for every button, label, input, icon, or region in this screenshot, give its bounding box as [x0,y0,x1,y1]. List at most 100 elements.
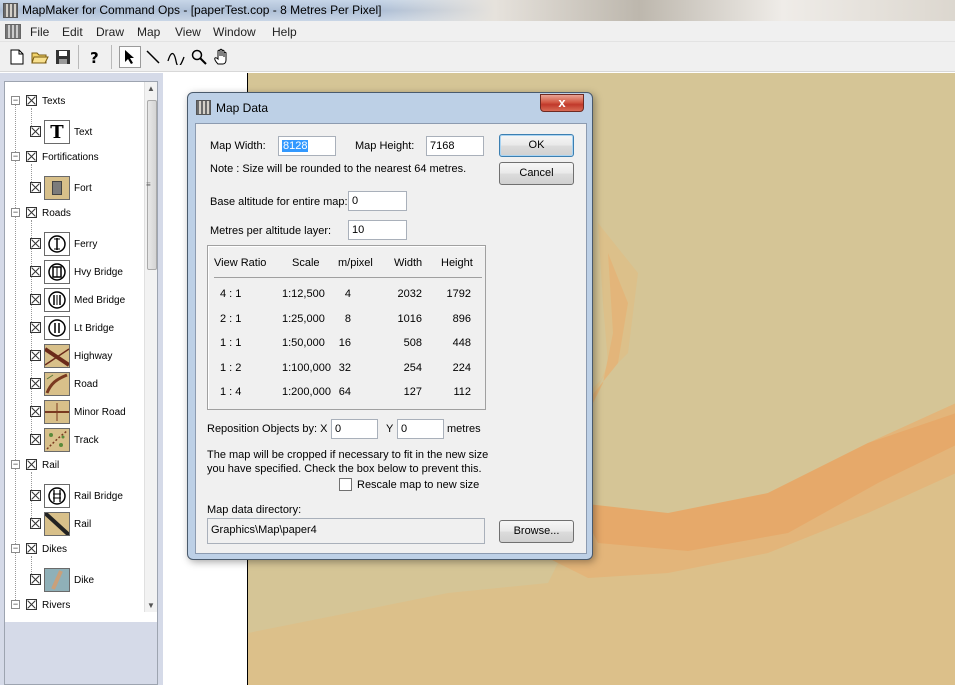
new-file-icon [10,49,24,65]
collapse-icon[interactable]: − [11,96,20,105]
table-cell: 112 [453,386,471,398]
map-height-label: Map Height: [355,140,415,152]
visibility-checkbox[interactable] [30,182,41,193]
browse-button[interactable]: Browse... [499,520,574,543]
rail-bridge-icon [44,484,70,508]
category-fortifications[interactable]: − Fortifications [5,146,142,174]
visibility-checkbox[interactable] [30,294,41,305]
menu-edit[interactable]: Edit [62,25,83,39]
zoom-tool-button[interactable] [188,46,210,68]
toolbar-separator [111,45,112,69]
visibility-checkbox[interactable] [30,406,41,417]
visibility-checkbox[interactable] [30,266,41,277]
collapse-icon[interactable]: − [11,152,20,161]
item-label: Hvy Bridge [74,267,123,278]
table-cell: 64 [338,386,351,398]
close-icon: x [558,95,566,110]
visibility-checkbox[interactable] [30,126,41,137]
menu-help[interactable]: Help [272,25,297,39]
palette-item-dike[interactable]: Dike [5,566,142,594]
table-cell: 16 [338,337,351,349]
visibility-checkbox[interactable] [26,95,37,106]
dialog-icon [196,100,211,115]
palette-item-road[interactable]: Road [5,370,142,398]
category-dikes[interactable]: − Dikes [5,538,142,566]
menu-view[interactable]: View [175,25,201,39]
save-button[interactable] [52,46,74,68]
palette-item-fort[interactable]: Fort [5,174,142,202]
arrow-pointer-icon [125,50,134,64]
reposition-x-input[interactable]: 0 [331,419,378,439]
palette-item-rail[interactable]: Rail [5,510,142,538]
palette-item-text[interactable]: T Text [5,118,142,146]
curve-tool-button[interactable] [165,46,187,68]
map-height-input[interactable]: 7168 [426,136,484,156]
menu-file[interactable]: File [30,25,49,39]
ok-button[interactable]: OK [499,134,574,157]
palette-item-hvy-bridge[interactable]: Hvy Bridge [5,258,142,286]
palette-item-ferry[interactable]: Ferry [5,230,142,258]
visibility-checkbox[interactable] [30,350,41,361]
collapse-icon[interactable]: − [11,600,20,609]
category-rivers[interactable]: − Rivers [5,594,142,622]
close-button[interactable]: x [540,94,584,112]
scroll-up-icon[interactable]: ▲ [147,84,155,93]
pan-tool-button[interactable] [211,46,233,68]
visibility-checkbox[interactable] [30,322,41,333]
help-button[interactable]: ? [84,46,106,68]
visibility-checkbox[interactable] [30,378,41,389]
category-rail[interactable]: − Rail [5,454,142,482]
visibility-checkbox[interactable] [30,518,41,529]
visibility-checkbox[interactable] [30,238,41,249]
item-label: Fort [74,183,92,194]
visibility-checkbox[interactable] [30,434,41,445]
crop-note-line-2: you have specified. Check the box below … [207,463,482,475]
visibility-checkbox[interactable] [30,574,41,585]
line-tool-button[interactable] [142,46,164,68]
palette-item-track[interactable]: Track [5,426,142,454]
scroll-down-icon[interactable]: ▼ [147,601,155,610]
map-width-input[interactable]: 8128 [278,136,336,156]
new-file-button[interactable] [6,46,28,68]
palette-item-med-bridge[interactable]: Med Bridge [5,286,142,314]
table-cell: 32 [338,361,351,374]
rescale-checkbox[interactable] [339,478,352,491]
palette-item-minor-road[interactable]: Minor Road [5,398,142,426]
document-icon[interactable] [5,24,21,39]
menu-bar: File Edit Draw Map View Window Help [0,21,955,42]
menu-window[interactable]: Window [213,25,256,39]
app-icon [3,3,18,18]
cancel-button[interactable]: Cancel [499,162,574,185]
menu-draw[interactable]: Draw [96,25,124,39]
collapse-icon[interactable]: − [11,208,20,217]
open-file-button[interactable] [29,46,51,68]
select-tool-button[interactable] [119,46,141,68]
palette-lower-area [5,622,157,684]
palette-item-highway[interactable]: Highway [5,342,142,370]
table-cell: 8 [344,312,351,325]
reposition-y-input[interactable]: 0 [397,419,444,439]
category-label: Rivers [42,600,71,611]
visibility-checkbox[interactable] [26,459,37,470]
map-directory-field[interactable]: Graphics\Map\paper4 [207,518,485,544]
visibility-checkbox[interactable] [30,490,41,501]
menu-map[interactable]: Map [137,25,160,39]
palette-scrollbar[interactable]: ▲ ≡ ▼ [144,82,157,612]
heavy-bridge-icon [44,260,70,284]
curve-icon [167,52,185,65]
palette-item-lt-bridge[interactable]: Lt Bridge [5,314,142,342]
visibility-checkbox[interactable] [26,207,37,218]
base-altitude-input[interactable]: 0 [348,191,407,211]
visibility-checkbox[interactable] [26,151,37,162]
table-cell: 1 : 2 [220,361,242,374]
scale-table: View Ratio Scale m/pixel Width Height 4 … [207,245,486,410]
metres-per-layer-input[interactable]: 10 [348,220,407,240]
category-roads[interactable]: − Roads [5,202,142,230]
category-texts[interactable]: − Texts [5,90,142,118]
item-label: Minor Road [74,407,126,418]
palette-item-rail-bridge[interactable]: Rail Bridge [5,482,142,510]
visibility-checkbox[interactable] [26,599,37,610]
visibility-checkbox[interactable] [26,543,37,554]
collapse-icon[interactable]: − [11,460,20,469]
collapse-icon[interactable]: − [11,544,20,553]
